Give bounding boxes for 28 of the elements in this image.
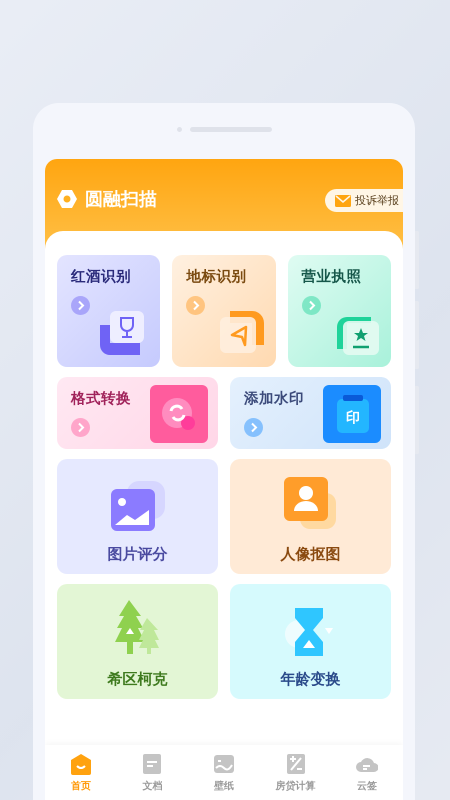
feature-tile[interactable]: 营业执照 (288, 255, 391, 367)
tile-label: 年龄变换 (280, 670, 340, 689)
chevron-icon[interactable] (71, 418, 90, 437)
feature-tile[interactable]: 图片评分 (57, 459, 218, 574)
chevron-icon[interactable] (186, 296, 206, 315)
tile-label: 营业执照 (302, 268, 363, 286)
tile-label: 希区柯克 (108, 670, 168, 689)
report-button[interactable]: 投诉举报 (325, 189, 403, 212)
app-title: 圆融扫描 (85, 188, 157, 211)
chevron-icon[interactable] (71, 296, 90, 315)
feature-tile[interactable]: 红酒识别 (57, 255, 160, 367)
envelope-icon (335, 194, 351, 206)
feature-tile[interactable]: 希区柯克 (57, 584, 218, 699)
feature-tile[interactable]: 年龄变换 (230, 584, 391, 699)
tile-label: 地标识别 (186, 268, 248, 286)
feature-tile[interactable]: 格式转换 (57, 377, 218, 449)
tile-label: 添加水印 (244, 390, 305, 408)
stamp-icon: 印 (323, 385, 381, 443)
chevron-icon[interactable] (302, 296, 321, 315)
tile-label: 红酒识别 (71, 268, 132, 286)
feature-tile[interactable]: 地标识别 (172, 255, 276, 367)
chevron-icon[interactable] (244, 418, 263, 437)
tile-label: 图片评分 (108, 545, 168, 564)
feature-tile[interactable]: 添加水印 印 (230, 377, 391, 449)
hexagon-logo-icon (57, 189, 77, 209)
tile-label: 格式转换 (71, 390, 132, 408)
tile-label: 人像抠图 (280, 545, 340, 564)
feature-tile[interactable]: 人像抠图 (230, 459, 391, 574)
